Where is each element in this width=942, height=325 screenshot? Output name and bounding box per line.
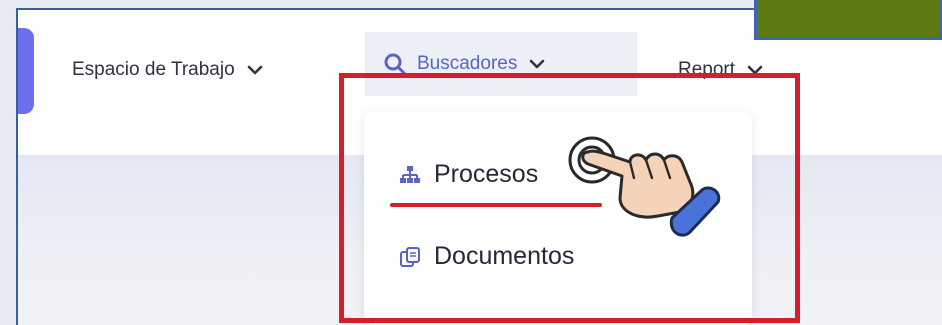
nav-report-label: Report [678,59,736,80]
logo-tab[interactable] [18,28,34,114]
search-icon [383,52,407,76]
menu-item-documentos-label: Documentos [434,242,575,270]
documents-icon [398,245,422,269]
chevron-down-icon [247,64,263,76]
nav-workspace[interactable]: Espacio de Trabajo [72,52,263,88]
nav-search[interactable]: Buscadores [365,32,637,96]
chevron-down-icon [529,58,545,70]
pointing-hand-icon [568,136,721,237]
nav-search-label: Buscadores [417,53,518,74]
nav-report[interactable]: Report [678,52,763,88]
sitemap-icon [398,163,422,187]
nav-workspace-label: Espacio de Trabajo [72,59,235,80]
green-box [754,0,942,40]
chevron-down-icon [747,64,763,76]
menu-item-documentos[interactable]: Documentos [398,242,574,271]
menu-item-procesos-label: Procesos [434,160,539,188]
menu-item-procesos[interactable]: Procesos [398,160,538,189]
